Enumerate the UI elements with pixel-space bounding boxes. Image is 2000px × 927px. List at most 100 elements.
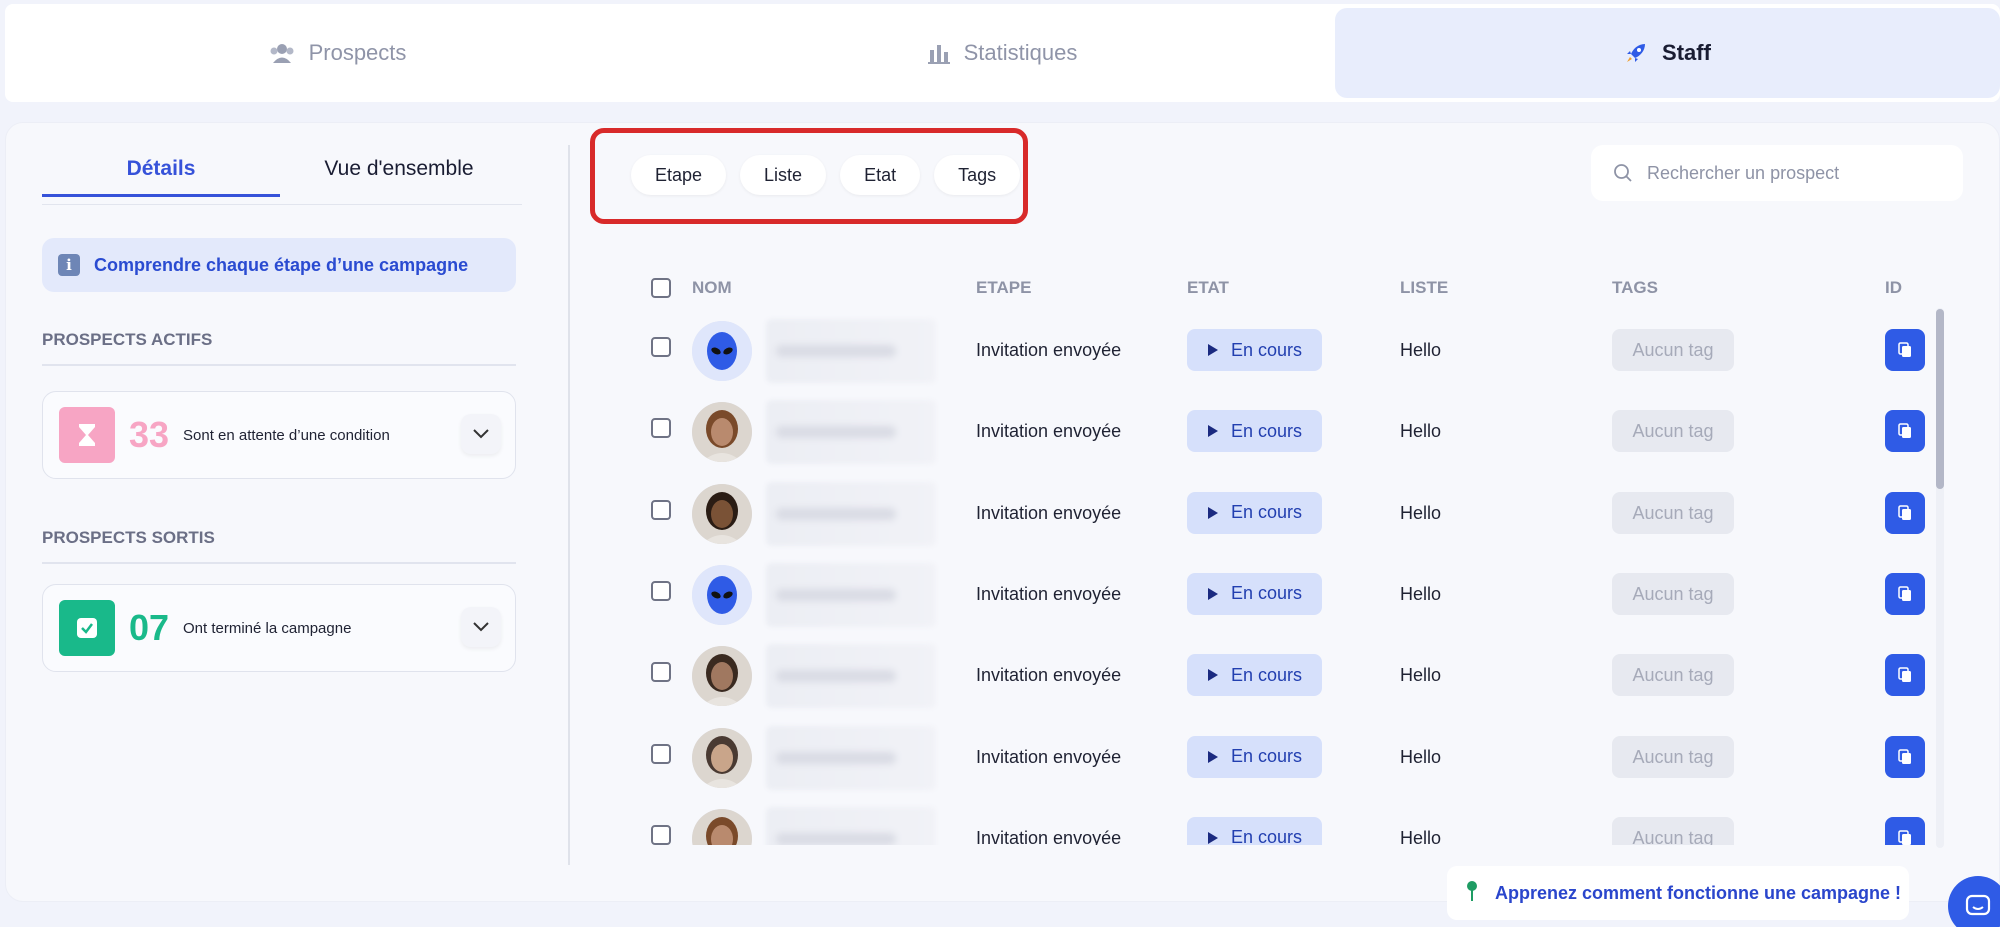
row-checkbox[interactable] — [651, 499, 671, 520]
row-checkbox[interactable] — [651, 580, 671, 601]
copy-id-button[interactable] — [1885, 491, 1925, 534]
status-badge: En cours — [1187, 816, 1323, 845]
subtab-divider — [42, 204, 522, 205]
table-row[interactable]: Invitation envoyée En cours Hello Aucun tag — [646, 712, 1946, 793]
tag-badge[interactable]: Aucun tag — [1612, 329, 1734, 371]
prospect-name-blurred[interactable] — [766, 806, 936, 845]
tag-badge[interactable]: Aucun tag — [1612, 491, 1734, 534]
step-cell: Invitation envoyée — [976, 421, 1122, 442]
avatar — [692, 646, 752, 707]
row-checkbox[interactable] — [651, 337, 671, 357]
exited-prospects-card[interactable]: 07 Ont terminé la campagne — [42, 584, 516, 672]
play-icon — [1208, 750, 1218, 763]
prospect-name-blurred[interactable] — [766, 644, 936, 709]
rocket-icon — [1624, 41, 1648, 65]
row-checkbox[interactable] — [651, 824, 671, 845]
step-cell: Invitation envoyée — [976, 502, 1122, 523]
col-etat: ETAT — [1187, 278, 1229, 297]
table-row[interactable]: Invitation envoyée En cours Hello Aucun tag — [646, 793, 1946, 845]
subtab-overview[interactable]: Vue d'ensemble — [280, 141, 518, 197]
tag-badge[interactable]: Aucun tag — [1612, 816, 1734, 845]
tag-badge[interactable]: Aucun tag — [1612, 410, 1734, 453]
tag-badge[interactable]: Aucun tag — [1612, 735, 1734, 778]
prospect-name-blurred[interactable] — [766, 481, 936, 546]
prospect-name-blurred[interactable] — [766, 319, 936, 383]
copy-id-button[interactable] — [1885, 410, 1925, 453]
copy-id-button[interactable] — [1885, 329, 1925, 371]
table-row[interactable]: Invitation envoyée En cours Hello Aucun tag — [646, 468, 1946, 549]
copy-icon — [1898, 423, 1911, 439]
select-all-checkbox[interactable] — [651, 278, 671, 298]
hourglass-icon — [59, 407, 115, 463]
active-prospects-card[interactable]: 33 Sont en attente d’une condition — [42, 391, 516, 479]
prospect-name-blurred[interactable] — [766, 562, 936, 627]
table-scrollbar-thumb[interactable] — [1936, 309, 1944, 489]
table-row[interactable]: Invitation envoyée En cours Hello Aucun tag — [646, 549, 1946, 630]
tab-staff[interactable]: Staff — [1335, 8, 2000, 98]
list-cell: Hello — [1400, 340, 1442, 360]
play-icon — [1208, 831, 1218, 844]
row-checkbox[interactable] — [651, 662, 671, 683]
status-label: En cours — [1231, 583, 1303, 604]
table-row[interactable]: Invitation envoyée En cours Hello Aucun tag — [646, 386, 1946, 467]
list-cell: Hello — [1400, 827, 1442, 845]
users-icon — [269, 42, 295, 64]
tag-badge[interactable]: Aucun tag — [1612, 654, 1734, 697]
chevron-down-icon — [473, 622, 489, 632]
copy-id-button[interactable] — [1885, 654, 1925, 697]
step-cell: Invitation envoyée — [976, 746, 1122, 767]
col-id: ID — [1885, 278, 1902, 297]
detail-subtabs: Détails Vue d'ensemble — [42, 141, 522, 197]
table-row[interactable]: Invitation envoyée En cours Hello Aucun tag — [646, 305, 1946, 386]
copy-id-button[interactable] — [1885, 735, 1925, 778]
table-row[interactable]: Invitation envoyée En cours Hello Aucun tag — [646, 630, 1946, 711]
row-checkbox[interactable] — [651, 418, 671, 439]
status-badge: En cours — [1187, 410, 1323, 453]
status-badge: En cours — [1187, 735, 1323, 778]
step-cell: Invitation envoyée — [976, 583, 1122, 604]
copy-icon — [1898, 342, 1911, 357]
copy-id-button[interactable] — [1885, 816, 1925, 845]
campaign-steps-info-link[interactable]: i Comprendre chaque étape d’une campagne — [42, 238, 516, 292]
copy-icon — [1898, 504, 1911, 520]
status-label: En cours — [1231, 339, 1303, 360]
filter-etat[interactable]: Etat — [840, 155, 921, 195]
play-icon — [1208, 587, 1218, 600]
campaign-help-link[interactable]: Apprenez comment fonctionne une campagne… — [1447, 866, 1909, 920]
pin-icon — [1465, 880, 1479, 907]
chevron-down-icon — [473, 429, 489, 439]
list-cell: Hello — [1400, 746, 1442, 767]
filter-etape[interactable]: Etape — [631, 155, 727, 195]
list-cell: Hello — [1400, 665, 1442, 686]
avatar — [692, 483, 752, 544]
play-icon — [1208, 506, 1218, 519]
play-icon — [1208, 669, 1218, 682]
status-label: En cours — [1231, 502, 1303, 523]
prospect-name-blurred[interactable] — [766, 400, 936, 465]
search-box[interactable] — [1591, 145, 1963, 201]
bar-chart-icon — [927, 42, 950, 64]
status-label: En cours — [1231, 664, 1303, 685]
search-icon — [1614, 164, 1632, 182]
avatar — [692, 808, 752, 845]
expand-exited-button[interactable] — [461, 607, 501, 647]
avatar — [692, 727, 752, 788]
prospect-name-blurred[interactable] — [766, 725, 936, 790]
info-icon: i — [58, 254, 80, 276]
play-icon — [1208, 344, 1218, 356]
search-input[interactable] — [1647, 162, 1947, 184]
col-etape: ETAPE — [976, 278, 1032, 297]
avatar — [692, 402, 752, 463]
row-checkbox[interactable] — [651, 743, 671, 764]
tab-statistiques[interactable]: Statistiques — [670, 4, 1335, 102]
table-header: NOM ETAPE ETAT LISTE TAGS ID — [646, 268, 1946, 308]
copy-id-button[interactable] — [1885, 572, 1925, 615]
panel-divider — [568, 145, 570, 865]
subtab-details[interactable]: Détails — [42, 141, 280, 197]
tag-badge[interactable]: Aucun tag — [1612, 572, 1734, 615]
filter-liste[interactable]: Liste — [740, 155, 827, 195]
filter-tags[interactable]: Tags — [934, 155, 1021, 195]
expand-active-button[interactable] — [461, 414, 501, 454]
tab-prospects[interactable]: Prospects — [5, 4, 670, 102]
help-label: Apprenez comment fonctionne une campagne… — [1495, 882, 1902, 903]
